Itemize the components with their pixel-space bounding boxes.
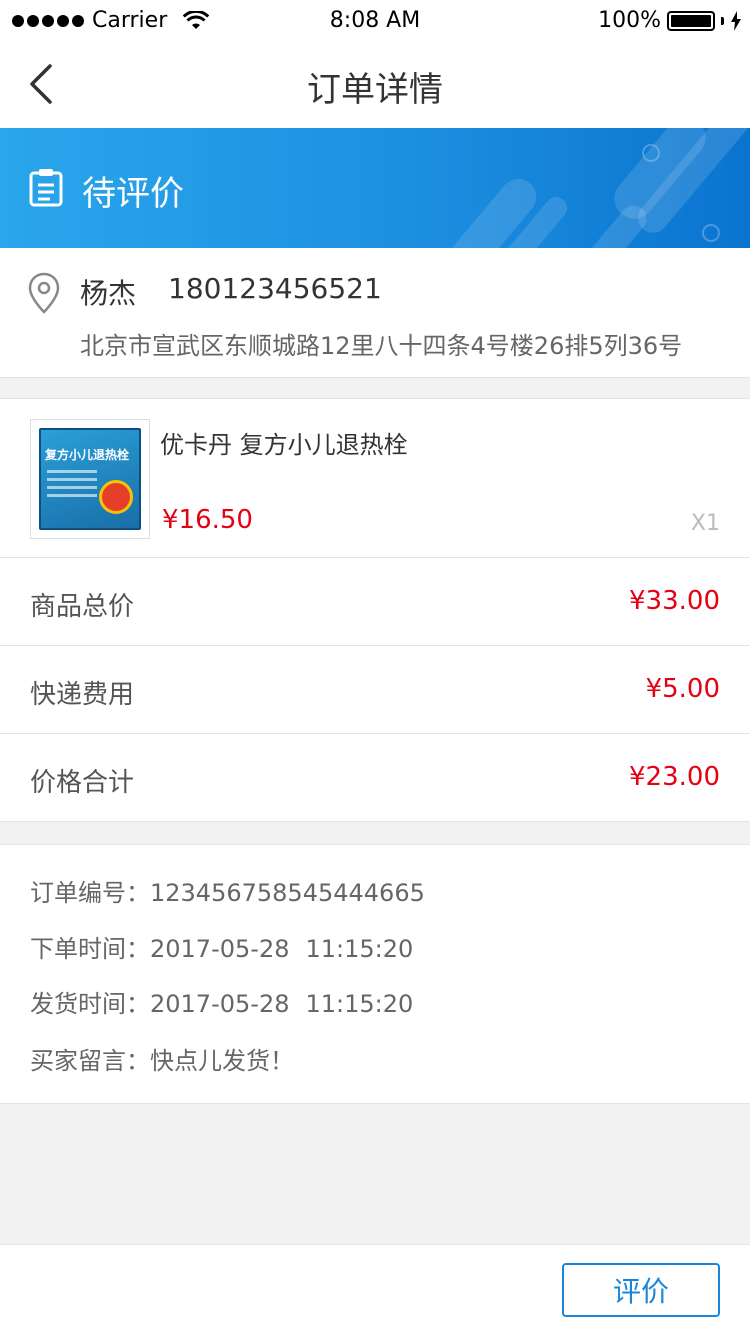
- order-time-date: 2017-05-28: [150, 935, 290, 963]
- product-price: ¥16.50: [162, 505, 253, 535]
- evaluate-button[interactable]: 评价: [562, 1263, 720, 1317]
- fee-row-total: 价格合计 ¥23.00: [0, 734, 750, 822]
- order-time-clock: 11:15:20: [305, 935, 414, 963]
- fee-row-subtotal: 商品总价 ¥33.00: [0, 558, 750, 646]
- order-number: 123456758545444665: [150, 879, 425, 907]
- product-name: 优卡丹 复方小儿退热栓: [160, 431, 408, 459]
- flower-logo-icon: [99, 480, 133, 514]
- address-detail: 北京市宣武区东顺城路12里八十四条4号楼26排5列36号: [80, 332, 683, 360]
- battery-icon: [667, 10, 715, 31]
- buyer-message-line: 买家留言：快点儿发货！: [30, 1041, 294, 1076]
- product-image: 复方小儿退热栓: [39, 428, 141, 530]
- order-number-label: 订单编号：: [30, 879, 150, 907]
- order-status-text: 待评价: [82, 174, 184, 214]
- order-status-banner: 待评价: [0, 128, 750, 248]
- fee-label: 快递费用: [30, 680, 135, 710]
- status-bar: Carrier 8:08 AM 100%: [0, 0, 750, 40]
- fee-value: ¥23.00: [629, 762, 720, 792]
- ship-time-date: 2017-05-28: [150, 990, 290, 1018]
- ship-time-clock: 11:15:20: [305, 990, 414, 1018]
- battery-cap: [721, 16, 724, 25]
- fee-label: 商品总价: [30, 592, 135, 622]
- recipient-phone: 180123456521: [168, 272, 382, 305]
- package-label: 复方小儿退热栓: [45, 448, 130, 462]
- product-quantity: X1: [690, 511, 720, 536]
- location-pin-icon: [28, 272, 60, 318]
- ship-time-label: 发货时间：: [30, 990, 150, 1018]
- clipboard-icon: [28, 168, 64, 212]
- recipient-name: 杨杰: [80, 277, 137, 310]
- status-right: 100%: [598, 8, 742, 33]
- order-time-label: 下单时间：: [30, 935, 150, 963]
- buyer-message-label: 买家留言：: [30, 1047, 150, 1075]
- package-decoration: [47, 470, 97, 502]
- bottom-action-bar: 评价: [0, 1244, 750, 1334]
- ship-time-line: 发货时间：2017-05-28 11:15:20: [30, 984, 413, 1019]
- shipping-address: 杨杰 180123456521 北京市宣武区东顺城路12里八十四条4号楼26排5…: [0, 248, 750, 378]
- order-time-line: 下单时间：2017-05-28 11:15:20: [30, 929, 413, 964]
- order-item[interactable]: 复方小儿退热栓 优卡丹 复方小儿退热栓 ¥16.50 X1: [0, 398, 750, 558]
- charging-icon: [731, 10, 741, 31]
- fee-row-shipping: 快递费用 ¥5.00: [0, 646, 750, 734]
- page-title: 订单详情: [307, 70, 443, 110]
- fee-label: 价格合计: [30, 768, 135, 798]
- order-info: 订单编号：123456758545444665 下单时间：2017-05-28 1…: [0, 844, 750, 1104]
- nav-bar: 订单详情: [0, 40, 750, 128]
- fee-value: ¥5.00: [645, 674, 720, 704]
- fee-value: ¥33.00: [629, 586, 720, 616]
- order-number-line: 订单编号：123456758545444665: [30, 873, 425, 908]
- battery-percent: 100%: [598, 8, 661, 33]
- product-thumbnail[interactable]: 复方小儿退热栓: [30, 419, 150, 539]
- buyer-message: 快点儿发货！: [150, 1047, 294, 1075]
